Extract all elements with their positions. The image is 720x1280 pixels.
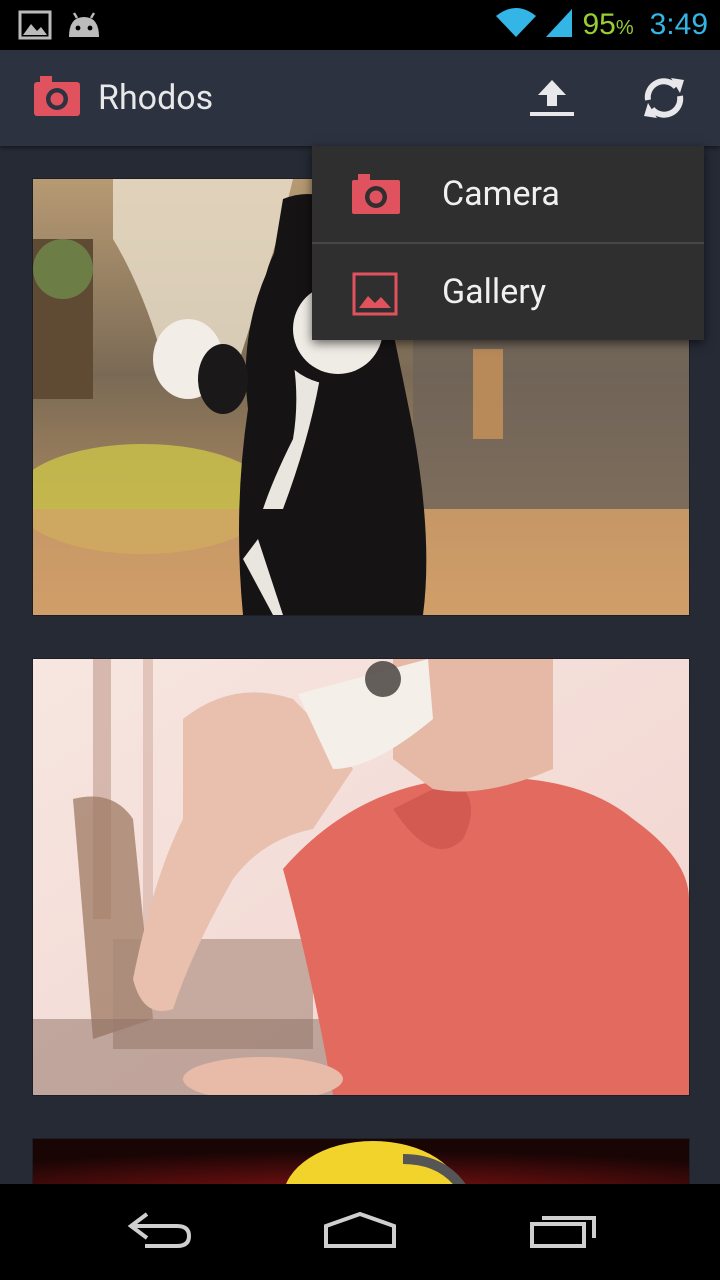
navigation-bar <box>0 1184 720 1280</box>
refresh-button[interactable] <box>632 68 696 132</box>
signal-icon <box>544 7 574 43</box>
gallery-notification-icon <box>18 10 52 44</box>
camera-icon[interactable] <box>34 76 80 120</box>
upload-icon <box>528 78 576 122</box>
battery-level: 95% <box>582 8 634 41</box>
wifi-icon <box>496 7 537 43</box>
action-bar: Rhodos <box>0 50 720 146</box>
menu-item-label: Camera <box>442 174 560 214</box>
menu-item-gallery[interactable]: Gallery <box>312 244 704 340</box>
upload-button[interactable] <box>520 72 584 128</box>
back-button[interactable] <box>115 1204 205 1260</box>
back-icon <box>125 1210 195 1254</box>
menu-item-label: Gallery <box>442 272 547 312</box>
home-icon <box>322 1210 398 1254</box>
menu-item-camera[interactable]: Camera <box>312 146 704 244</box>
photo-card-minion[interactable] <box>32 1138 690 1184</box>
app-title: Rhodos <box>98 78 214 118</box>
minion-photo <box>33 1139 689 1184</box>
clock: 3:49 <box>649 8 708 41</box>
coffee-photo <box>33 659 689 1095</box>
photo-card-coffee[interactable] <box>32 658 690 1096</box>
android-debug-icon <box>66 11 102 43</box>
status-bar: 95% 3:49 <box>0 0 720 50</box>
upload-source-menu: Camera Gallery <box>312 146 704 340</box>
recent-apps-button[interactable] <box>518 1204 608 1260</box>
refresh-icon <box>640 74 688 126</box>
image-icon <box>352 272 398 320</box>
recent-apps-icon <box>528 1210 598 1254</box>
home-button[interactable] <box>315 1204 405 1260</box>
camera-icon <box>352 174 400 218</box>
